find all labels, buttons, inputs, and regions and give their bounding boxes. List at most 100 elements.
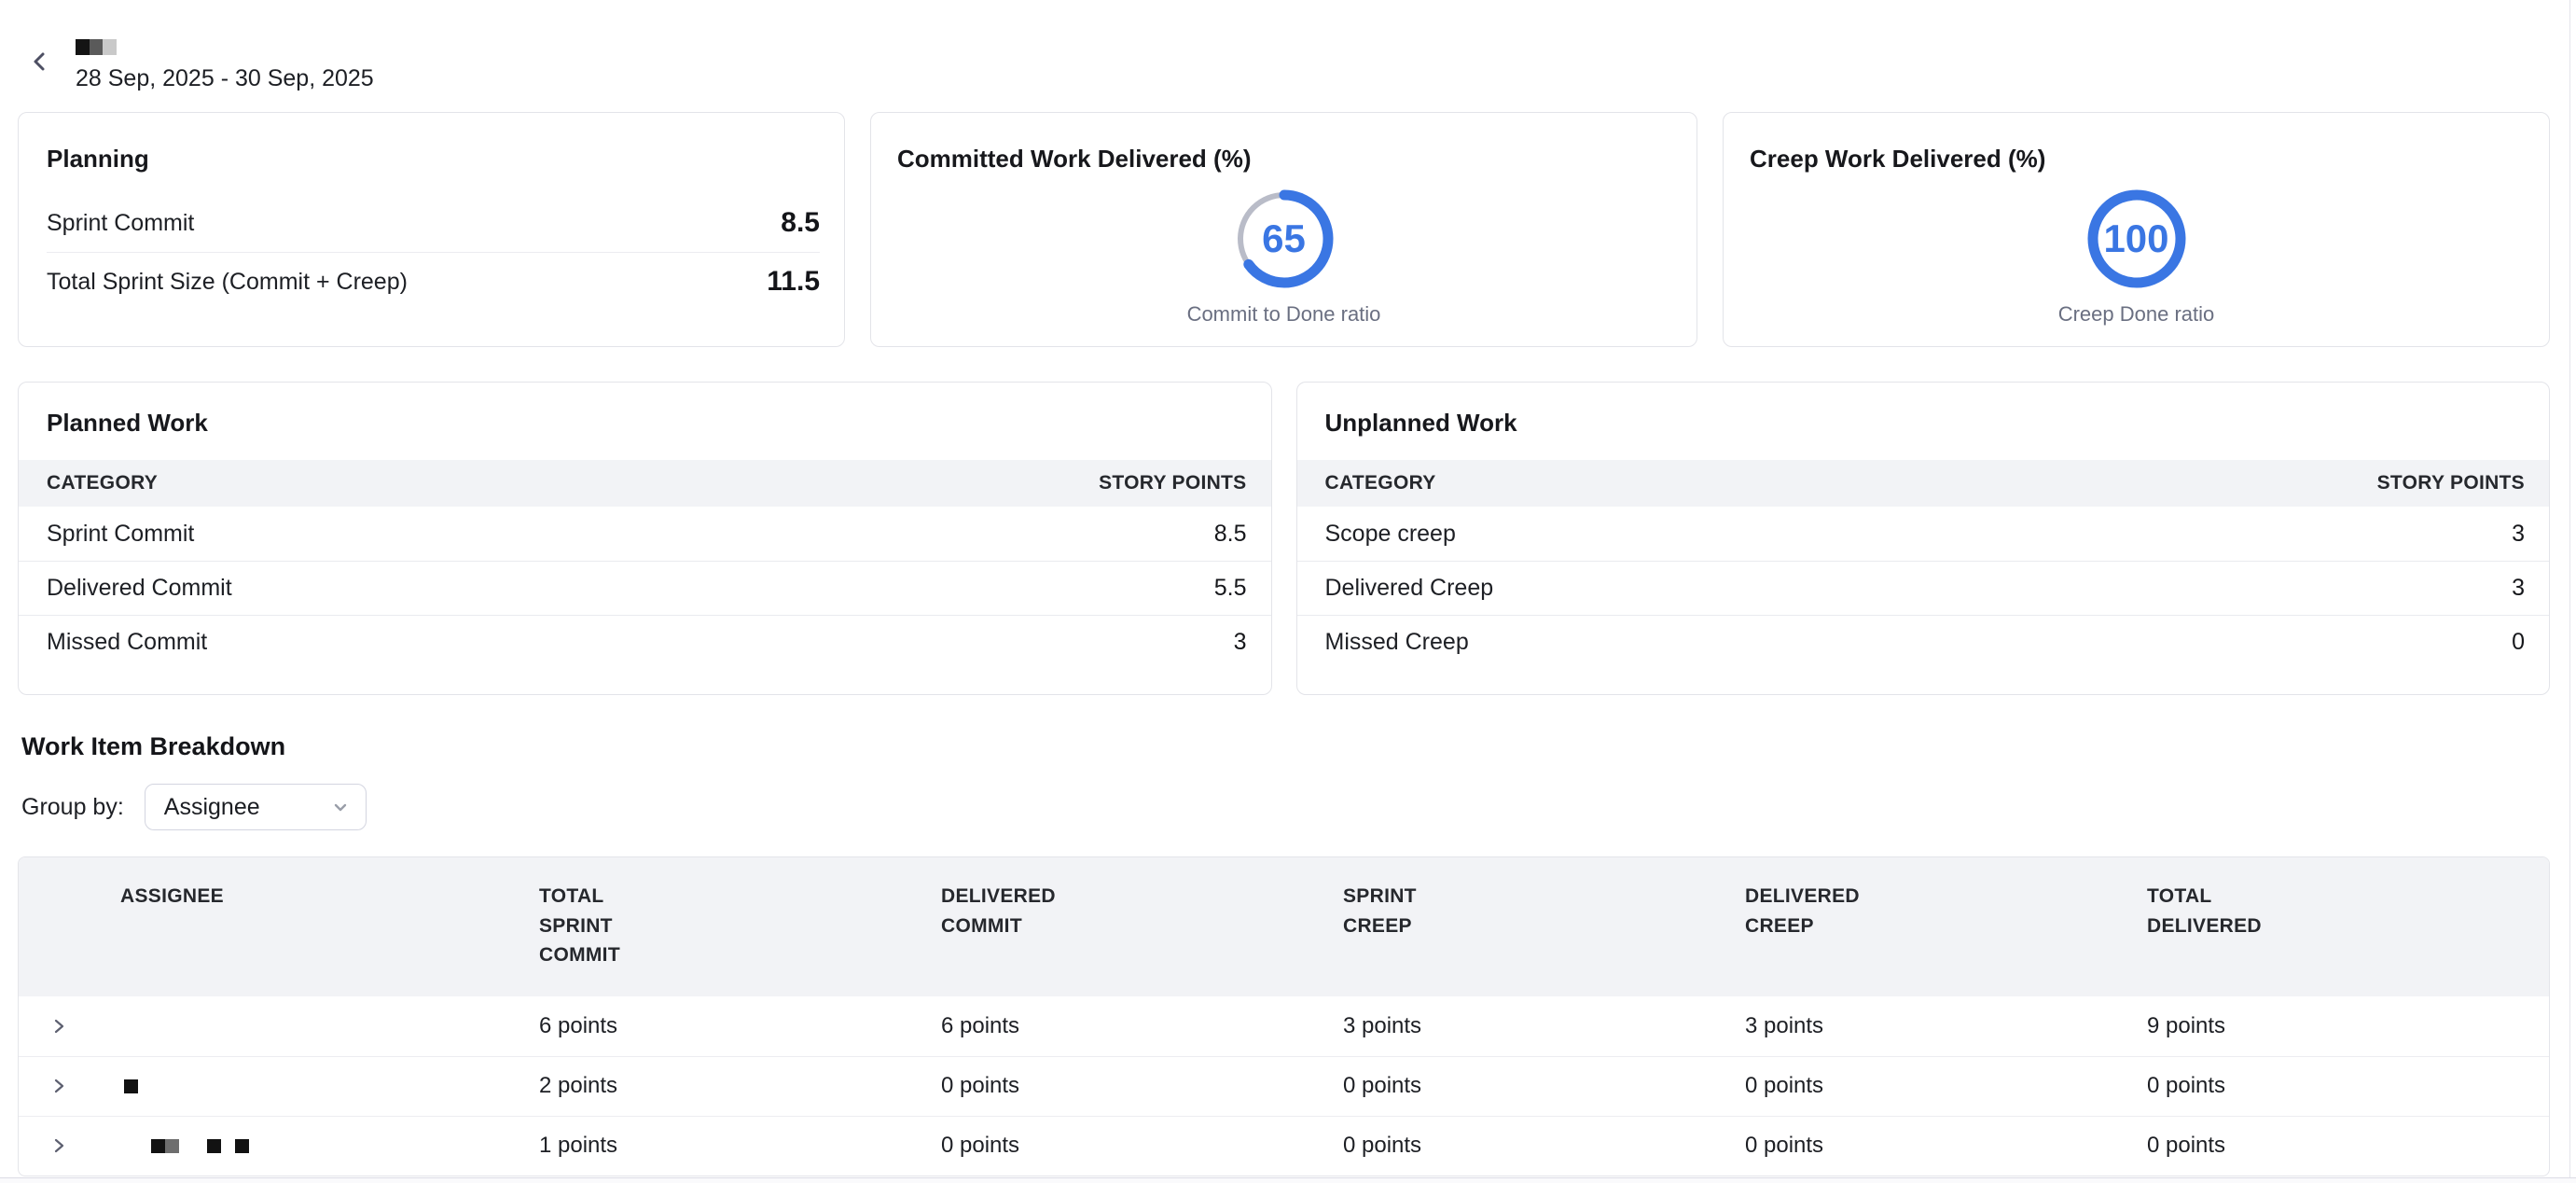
table-row: Missed Creep 0 bbox=[1297, 615, 2550, 669]
sprint-creep-cell: 0 points bbox=[1343, 1073, 1745, 1099]
group-by-select[interactable]: Assignee bbox=[145, 784, 367, 830]
sprint-date-range: 28 Sep, 2025 - 30 Sep, 2025 bbox=[76, 65, 374, 92]
metric-value: 11.5 bbox=[767, 266, 820, 298]
page-header: 28 Sep, 2025 - 30 Sep, 2025 bbox=[27, 34, 374, 92]
metric-label: Sprint Commit bbox=[47, 210, 194, 237]
unplanned-work-title: Unplanned Work bbox=[1297, 383, 2550, 460]
delivered-commit-cell: 6 points bbox=[941, 1013, 1343, 1039]
sprint-creep-cell: 3 points bbox=[1343, 1013, 1745, 1039]
bottom-divider bbox=[0, 1177, 2576, 1183]
redacted-assignee-name bbox=[165, 1139, 179, 1153]
planned-work-card: Planned Work CATEGORY STORY POINTS Sprin… bbox=[18, 382, 1272, 695]
scroll-edge-divider bbox=[2569, 0, 2570, 1183]
table-row: Scope creep 3 bbox=[1297, 507, 2550, 561]
summary-cards-row: Planning Sprint Commit 8.5 Total Sprint … bbox=[18, 112, 2550, 347]
points-cell: 3 bbox=[1234, 629, 1247, 656]
redacted-assignee-name bbox=[207, 1139, 221, 1153]
column-header-delivered-creep: DELIVERED CREEP bbox=[1745, 882, 2147, 970]
expand-row-button[interactable] bbox=[50, 1137, 67, 1154]
category-cell: Delivered Creep bbox=[1325, 575, 1494, 602]
creep-gauge-area: 100 Creep Done ratio bbox=[1750, 188, 2523, 327]
points-cell: 0 bbox=[2512, 629, 2525, 656]
metric-value: 8.5 bbox=[781, 207, 820, 239]
sprint-commit-row: Sprint Commit 8.5 bbox=[47, 194, 820, 252]
breakdown-row: 6 points 6 points 3 points 3 points 9 po… bbox=[19, 996, 2549, 1056]
redacted-assignee-name bbox=[235, 1139, 249, 1153]
column-header-story-points: STORY POINTS bbox=[2377, 472, 2525, 494]
planned-work-title: Planned Work bbox=[19, 383, 1271, 460]
breakdown-title: Work Item Breakdown bbox=[21, 732, 2550, 761]
category-cell: Missed Commit bbox=[47, 629, 207, 656]
back-button[interactable] bbox=[27, 49, 53, 77]
expand-row-button[interactable] bbox=[50, 1078, 67, 1094]
column-header-story-points: STORY POINTS bbox=[1099, 472, 1246, 494]
table-row: Delivered Commit 5.5 bbox=[19, 561, 1271, 615]
planning-card: Planning Sprint Commit 8.5 Total Sprint … bbox=[18, 112, 845, 347]
sprint-creep-cell: 0 points bbox=[1343, 1133, 1745, 1159]
column-header-delivered-commit: DELIVERED COMMIT bbox=[941, 882, 1343, 970]
delivered-commit-cell: 0 points bbox=[941, 1133, 1343, 1159]
group-by-selected-value: Assignee bbox=[164, 794, 260, 821]
committed-gauge: 65 bbox=[1234, 188, 1335, 289]
group-by-row: Group by: Assignee bbox=[21, 784, 2550, 830]
total-sprint-commit-cell: 2 points bbox=[539, 1073, 941, 1099]
category-cell: Delivered Commit bbox=[47, 575, 232, 602]
chevron-right-icon bbox=[50, 1018, 67, 1035]
total-sprint-size-row: Total Sprint Size (Commit + Creep) 11.5 bbox=[47, 253, 820, 311]
assignee-cell bbox=[99, 1079, 539, 1093]
expand-row-button[interactable] bbox=[50, 1018, 67, 1035]
redacted-assignee-name bbox=[151, 1139, 165, 1153]
chevron-right-icon bbox=[50, 1137, 67, 1154]
chevron-left-icon bbox=[27, 49, 53, 75]
category-cell: Sprint Commit bbox=[47, 521, 194, 548]
points-cell: 3 bbox=[2512, 521, 2525, 548]
column-header-category: CATEGORY bbox=[47, 472, 158, 494]
column-header-total-sprint-commit: TOTAL SPRINT COMMIT bbox=[539, 882, 941, 970]
work-tables-row: Planned Work CATEGORY STORY POINTS Sprin… bbox=[18, 382, 2550, 695]
planning-card-title: Planning bbox=[47, 145, 820, 174]
committed-gauge-area: 65 Commit to Done ratio bbox=[897, 188, 1670, 327]
assignee-cell bbox=[99, 1139, 539, 1153]
creep-work-card: Creep Work Delivered (%) 100 Creep Done … bbox=[1723, 112, 2550, 347]
committed-work-card: Committed Work Delivered (%) 65 Commit t… bbox=[870, 112, 1697, 347]
delivered-commit-cell: 0 points bbox=[941, 1073, 1343, 1099]
points-cell: 8.5 bbox=[1214, 521, 1247, 548]
column-header-category: CATEGORY bbox=[1325, 472, 1436, 494]
creep-work-title: Creep Work Delivered (%) bbox=[1750, 145, 2523, 174]
group-by-label: Group by: bbox=[21, 794, 124, 821]
gauge-caption: Commit to Done ratio bbox=[1187, 302, 1381, 327]
table-row: Sprint Commit 8.5 bbox=[19, 507, 1271, 561]
category-cell: Scope creep bbox=[1325, 521, 1456, 548]
creep-gauge: 100 bbox=[2086, 188, 2187, 289]
work-item-breakdown-section: Work Item Breakdown Group by: Assignee A… bbox=[18, 732, 2550, 1176]
committed-work-title: Committed Work Delivered (%) bbox=[897, 145, 1670, 174]
redacted-sprint-title bbox=[76, 39, 374, 55]
breakdown-row: 1 points 0 points 0 points 0 points 0 po… bbox=[19, 1116, 2549, 1176]
sprint-report-page: 28 Sep, 2025 - 30 Sep, 2025 Planning Spr… bbox=[0, 0, 2576, 1183]
redacted-assignee-name bbox=[124, 1079, 138, 1093]
table-row: Missed Commit 3 bbox=[19, 615, 1271, 669]
column-header-assignee: ASSIGNEE bbox=[99, 882, 539, 970]
unplanned-work-header: CATEGORY STORY POINTS bbox=[1297, 460, 2550, 507]
delivered-creep-cell: 0 points bbox=[1745, 1073, 2147, 1099]
delivered-creep-cell: 3 points bbox=[1745, 1013, 2147, 1039]
planned-work-header: CATEGORY STORY POINTS bbox=[19, 460, 1271, 507]
points-cell: 5.5 bbox=[1214, 575, 1247, 602]
column-header-total-delivered: TOTAL DELIVERED bbox=[2147, 882, 2549, 970]
gauge-value: 100 bbox=[2086, 188, 2187, 289]
table-row: Delivered Creep 3 bbox=[1297, 561, 2550, 615]
metric-label: Total Sprint Size (Commit + Creep) bbox=[47, 269, 408, 296]
report-content: Planning Sprint Commit 8.5 Total Sprint … bbox=[18, 112, 2550, 1176]
gauge-caption: Creep Done ratio bbox=[2058, 302, 2215, 327]
unplanned-work-card: Unplanned Work CATEGORY STORY POINTS Sco… bbox=[1296, 382, 2551, 695]
chevron-right-icon bbox=[50, 1078, 67, 1094]
total-delivered-cell: 9 points bbox=[2147, 1013, 2549, 1039]
delivered-creep-cell: 0 points bbox=[1745, 1133, 2147, 1159]
breakdown-row: 2 points 0 points 0 points 0 points 0 po… bbox=[19, 1056, 2549, 1116]
total-sprint-commit-cell: 6 points bbox=[539, 1013, 941, 1039]
chevron-down-icon bbox=[330, 797, 351, 817]
points-cell: 3 bbox=[2512, 575, 2525, 602]
total-delivered-cell: 0 points bbox=[2147, 1073, 2549, 1099]
sprint-title-block: 28 Sep, 2025 - 30 Sep, 2025 bbox=[76, 34, 374, 92]
breakdown-table-header: ASSIGNEE TOTAL SPRINT COMMIT DELIVERED C… bbox=[19, 857, 2549, 996]
